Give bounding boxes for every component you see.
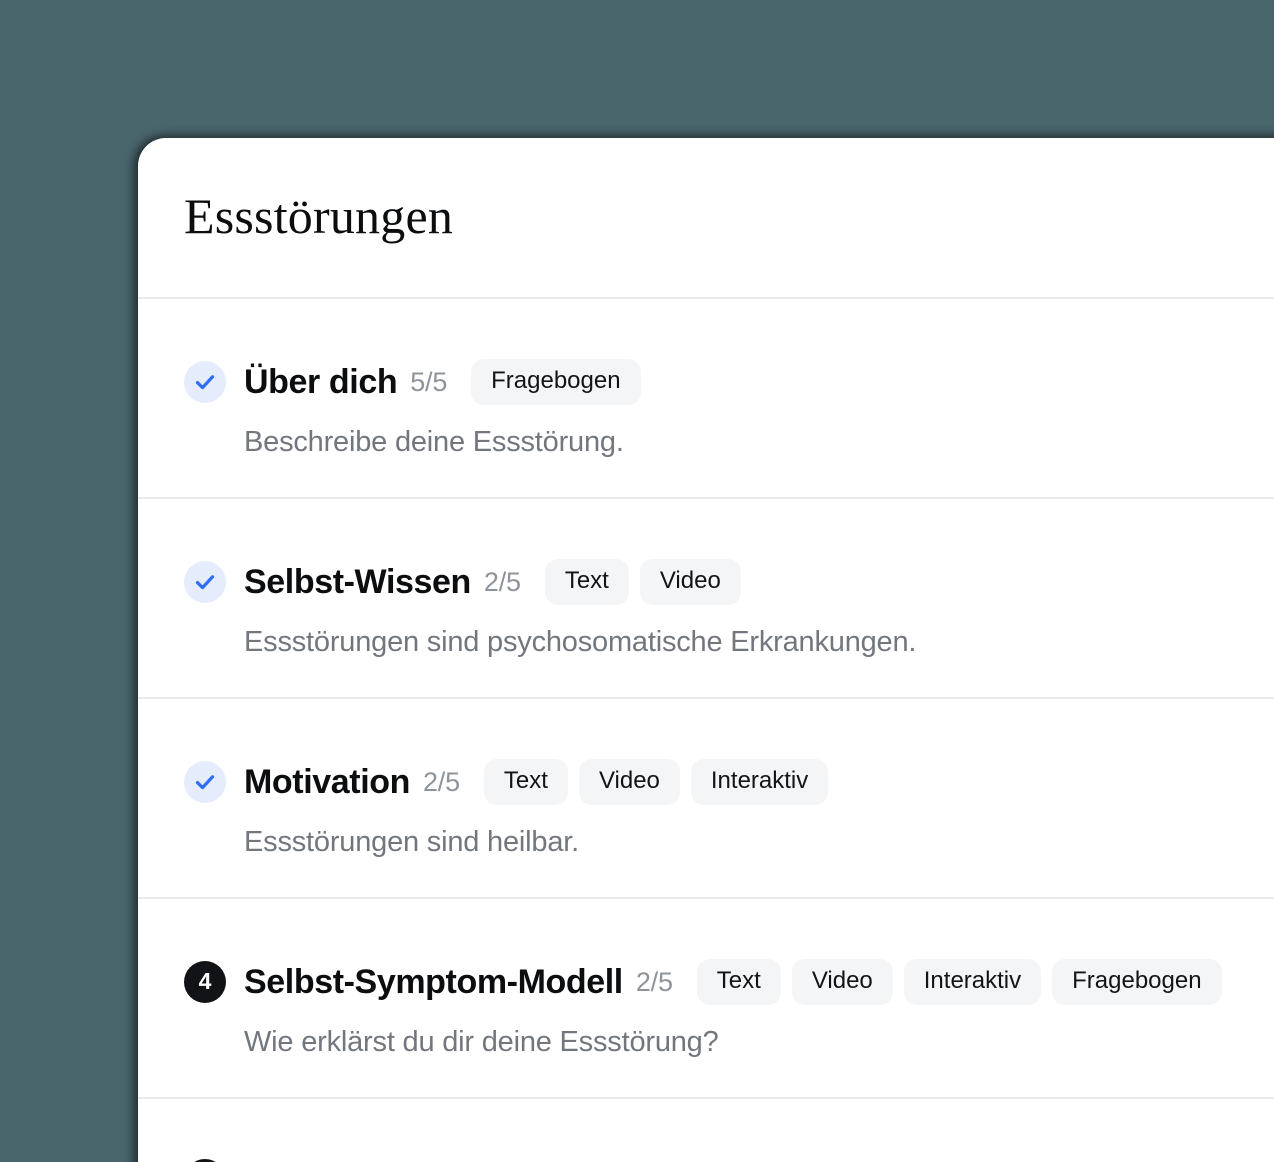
module-progress-count: 2/5 [483, 566, 521, 597]
module-description: Wie erklärst du dir deine Essstörung? [244, 1026, 719, 1058]
module-title: Selbst-Wissen [244, 562, 471, 601]
module-row[interactable]: Über dich 5/5 Fragebogen Beschreibe dein… [138, 299, 1274, 499]
module-tag[interactable]: Text [696, 959, 781, 1005]
card-header: Essstörungen [138, 138, 1274, 299]
module-description: Beschreibe deine Essstörung. [244, 426, 624, 458]
module-tag[interactable]: Fragebogen [471, 359, 641, 405]
module-row[interactable]: 4 Selbst-Symptom-Modell 2/5 Text Video I… [138, 899, 1274, 1099]
module-title: Über dich [244, 362, 398, 401]
module-header: Selbst-Wissen 2/5 Text Video [184, 499, 1274, 605]
module-tag[interactable]: Text [483, 759, 568, 805]
module-progress-count: 5/5 [410, 366, 448, 397]
module-description: Essstörungen sind heilbar. [244, 826, 579, 858]
module-title: Selbst-Symptom-Modell [244, 962, 623, 1001]
check-icon[interactable] [184, 361, 226, 403]
module-tag[interactable]: Fragebogen [1052, 959, 1222, 1005]
module-row[interactable]: Selbst-Wissen 2/5 Text Video Essstörunge… [138, 499, 1274, 699]
module-tag[interactable]: Video [578, 759, 680, 805]
check-icon[interactable] [184, 561, 226, 603]
module-progress-count: 2/5 [422, 766, 460, 797]
module-row[interactable]: Motivation 2/5 Text Video Interaktiv Ess… [138, 699, 1274, 899]
module-tag[interactable]: Video [639, 559, 741, 605]
module-description: Essstörungen sind psychosomatische Erkra… [244, 626, 917, 658]
module-progress-count: 2/5 [635, 966, 673, 997]
module-tag-list: Text Video [544, 559, 741, 605]
module-header: 5 [184, 1099, 1274, 1162]
page-title: Essstörungen [184, 187, 454, 244]
module-list-card: Essstörungen Über dich 5/5 Fragebogen Be… [138, 138, 1274, 1162]
module-tag[interactable]: Video [791, 959, 893, 1005]
module-header: Über dich 5/5 Fragebogen [184, 299, 1274, 405]
module-header: Motivation 2/5 Text Video Interaktiv [184, 699, 1274, 805]
module-tag-list: Text Video Interaktiv [483, 759, 829, 805]
module-tag[interactable]: Text [544, 559, 629, 605]
module-header: 4 Selbst-Symptom-Modell 2/5 Text Video I… [184, 899, 1274, 1005]
check-icon[interactable] [184, 761, 226, 803]
module-row[interactable]: 5 [138, 1099, 1274, 1162]
module-tag-list: Text Video Interaktiv Fragebogen [696, 959, 1222, 1005]
number-badge[interactable]: 4 [184, 961, 226, 1003]
module-tag-list: Fragebogen [471, 359, 641, 405]
module-tag[interactable]: Interaktiv [903, 959, 1042, 1005]
module-tag[interactable]: Interaktiv [690, 759, 829, 805]
module-title: Motivation [244, 762, 410, 801]
